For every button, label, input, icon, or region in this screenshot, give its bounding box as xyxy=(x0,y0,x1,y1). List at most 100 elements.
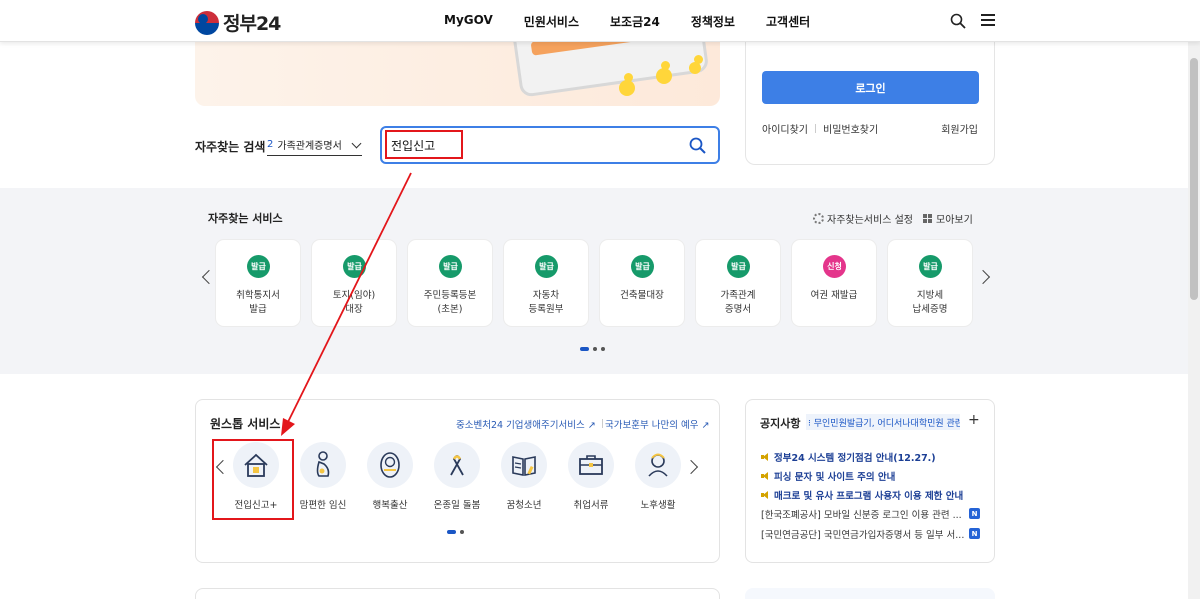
duck-illustration xyxy=(689,55,703,74)
signup-link[interactable]: 회원가입 xyxy=(941,121,978,136)
service-card[interactable]: 발급 취학통지서 발급 xyxy=(216,240,300,326)
onestop-label: 맘편한 임신 xyxy=(299,500,347,511)
main-nav: MyGOV 민원서비스 보조금24 정책정보 고객센터 xyxy=(444,13,841,30)
new-badge: N xyxy=(969,528,980,539)
rank-number: 2 xyxy=(267,139,274,150)
issue-badge: 발급 xyxy=(535,255,558,278)
services-settings-label: 자주찾는서비스 설정 xyxy=(827,215,913,226)
megaphone-icon xyxy=(761,491,770,499)
service-card[interactable]: 발급 지방세 납세증명 xyxy=(888,240,972,326)
issue-badge: 발급 xyxy=(343,255,366,278)
megaphone-icon xyxy=(761,453,770,461)
onestop-item-care[interactable]: 온종일 돌봄 xyxy=(422,442,492,511)
logo-text: 정부24 xyxy=(223,13,281,35)
notice-item[interactable]: 정부24 시스템 정기점검 안내(12.27.) xyxy=(761,450,936,464)
frequent-services-title: 자주찾는 서비스 xyxy=(208,212,283,225)
service-card[interactable]: 발급 자동차 등록원부 xyxy=(504,240,588,326)
baby-icon xyxy=(367,442,413,488)
nav-mygov[interactable]: MyGOV xyxy=(444,13,493,30)
duck-illustration xyxy=(656,61,672,84)
issue-badge: 발급 xyxy=(919,255,942,278)
sme-venture-link[interactable]: 중소벤처24 기업생애주기서비스 ↗ xyxy=(456,417,609,431)
onestop-item-pregnancy[interactable]: 맘편한 임신 xyxy=(288,442,358,511)
book-icon xyxy=(501,442,547,488)
service-name: 주민등록등본 (초본) xyxy=(423,290,477,315)
issue-badge: 발급 xyxy=(727,255,750,278)
megaphone-icon xyxy=(761,472,770,480)
onestop-item-retirement[interactable]: 노후생활 xyxy=(623,442,693,511)
grid-icon xyxy=(923,214,932,223)
page-scrollbar[interactable] xyxy=(1188,0,1200,599)
site-logo[interactable]: 정부24 xyxy=(195,9,281,36)
service-card[interactable]: 발급 가족관계 증명서 xyxy=(696,240,780,326)
service-name: 지방세 납세증명 xyxy=(912,290,948,315)
new-badge: N xyxy=(969,508,980,519)
onestop-label: 노후생활 xyxy=(640,500,676,511)
service-card[interactable]: 발급 건축물대장 xyxy=(600,240,684,326)
notice-title: 공지사항 xyxy=(760,417,801,430)
search-icon[interactable] xyxy=(689,137,706,154)
gear-icon xyxy=(813,213,824,224)
hamburger-menu-icon[interactable] xyxy=(981,14,995,27)
notice-item[interactable]: 피싱 문자 및 사이트 주의 안내 xyxy=(761,469,895,483)
chevron-down-icon xyxy=(351,138,362,149)
service-name: 토지(임야) 대장 xyxy=(332,290,376,315)
service-card[interactable]: 발급 토지(임야) 대장 xyxy=(312,240,396,326)
onestop-pagination xyxy=(447,530,464,534)
pagination-dot[interactable] xyxy=(447,530,456,534)
account-links: 아이디찾기 비밀번호찾기 xyxy=(762,121,878,136)
onestop-item-birth[interactable]: 행복출산 xyxy=(355,442,425,511)
notice-item[interactable]: [한국조폐공사] 모바일 신분증 로그인 이용 관련 ... xyxy=(761,507,962,521)
issue-badge: 발급 xyxy=(247,255,270,278)
notice-more-plus-icon[interactable]: + xyxy=(968,412,980,428)
duck-illustration xyxy=(619,73,635,96)
rank-term: 가족관계증명서 xyxy=(277,141,342,152)
taegeuk-logo-icon xyxy=(195,10,219,35)
frequent-search-dropdown[interactable]: 2 가족관계증명서 xyxy=(267,134,362,156)
service-card[interactable]: 신청 여권 재발급 xyxy=(792,240,876,326)
nav-customer-center[interactable]: 고객센터 xyxy=(766,13,810,30)
onestop-title: 원스톱 서비스 xyxy=(210,417,281,431)
pagination-dot[interactable] xyxy=(460,530,464,534)
services-pagination xyxy=(580,347,605,351)
annotation-highlight-move-in xyxy=(212,439,294,520)
onestop-item-youth[interactable]: 꿈청소년 xyxy=(489,442,559,511)
onestop-item-employment[interactable]: 취업서류 xyxy=(556,442,626,511)
pagination-dot[interactable] xyxy=(580,347,589,351)
view-all-button[interactable]: 모아보기 xyxy=(923,211,973,226)
nav-subsidy24[interactable]: 보조금24 xyxy=(610,13,660,30)
briefcase-icon xyxy=(568,442,614,488)
onestop-label: 온종일 돌봄 xyxy=(433,500,481,511)
divider xyxy=(815,124,816,133)
services-settings-button[interactable]: 자주찾는서비스 설정 xyxy=(813,211,913,226)
top-header: 정부24 MyGOV 민원서비스 보조금24 정책정보 고객센터 xyxy=(0,0,1200,42)
scrollbar-thumb[interactable] xyxy=(1190,58,1198,300)
onestop-label: 취업서류 xyxy=(573,500,609,511)
notice-item[interactable]: [국민연금공단] 국민연금가입자증명서 등 일부 서... xyxy=(761,527,964,541)
nav-civil-services[interactable]: 민원서비스 xyxy=(524,13,579,30)
veterans-link[interactable]: 국가보훈부 나만의 예우 ↗ xyxy=(605,417,709,431)
service-card[interactable]: 발급 주민등록등본 (초본) xyxy=(408,240,492,326)
elderly-icon xyxy=(635,442,681,488)
find-password-link[interactable]: 비밀번호찾기 xyxy=(823,121,878,136)
service-name: 여권 재발급 xyxy=(810,290,858,301)
apply-badge: 신청 xyxy=(823,255,846,278)
notice-item[interactable]: 매크로 및 유사 프로그램 사용자 이용 제한 안내 xyxy=(761,488,963,502)
service-name: 취학통지서 발급 xyxy=(236,290,280,315)
notice-ticker[interactable]: ⁝ 무인민원발급기, 어디서나대학민원 관련 xyxy=(806,414,960,430)
service-name: 자동차 등록원부 xyxy=(528,290,564,315)
bottom-panel xyxy=(195,588,720,599)
pagination-dot[interactable] xyxy=(601,347,605,351)
find-id-link[interactable]: 아이디찾기 xyxy=(762,121,808,136)
view-all-label: 모아보기 xyxy=(936,215,973,226)
header-search-icon[interactable] xyxy=(950,13,966,29)
login-button[interactable]: 로그인 xyxy=(762,71,979,104)
service-name: 건축물대장 xyxy=(620,290,664,301)
service-name: 가족관계 증명서 xyxy=(720,290,756,315)
frequent-search-label: 자주찾는 검색 xyxy=(195,140,266,154)
ribbon-icon xyxy=(434,442,480,488)
pagination-dot[interactable] xyxy=(593,347,597,351)
onestop-label: 행복출산 xyxy=(372,500,408,511)
nav-policy-info[interactable]: 정책정보 xyxy=(691,13,735,30)
pregnancy-icon xyxy=(300,442,346,488)
